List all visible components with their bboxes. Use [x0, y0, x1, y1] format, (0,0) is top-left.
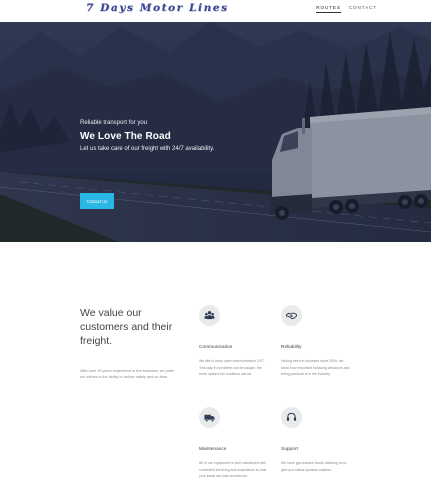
intro-body: With over 10 years experience in the bus…	[80, 369, 175, 379]
feature-title: Reliability	[281, 345, 302, 350]
hero-kicker: Reliable transport for you	[80, 120, 148, 126]
top-navbar: 7 Days Motor Lines Routes Contact	[0, 0, 431, 22]
feature-text: All of our equipment is well maintained …	[199, 461, 267, 478]
hero-title: We Love The Road	[80, 131, 171, 142]
feature-support: Support We have gps tracked trucks allow…	[281, 407, 351, 473]
feature-communication: Communication We like to keep open commu…	[199, 305, 269, 378]
hero-subtitle: Let us take care of our freight with 24/…	[80, 146, 215, 152]
hero-banner: Reliable transport for you We Love The R…	[0, 22, 431, 242]
brand-logo[interactable]: 7 Days Motor Lines	[86, 2, 229, 14]
nav-link-routes[interactable]: Routes	[316, 5, 341, 13]
handshake-icon	[281, 305, 302, 326]
truck-icon	[199, 407, 220, 428]
nav-links: Routes Contact	[316, 5, 377, 13]
hero-text: Reliable transport for you We Love The R…	[80, 120, 214, 152]
feature-title: Support	[281, 447, 298, 452]
nav-link-contact[interactable]: Contact	[349, 5, 377, 13]
feature-text: We like to keep open communication 24/7.…	[199, 359, 265, 376]
people-icon	[199, 305, 220, 326]
feature-text: Having been in business since 2006, we k…	[281, 359, 350, 376]
feature-title: Communication	[199, 345, 233, 350]
feature-maintenance: Maintenance All of our equipment is well…	[199, 407, 269, 480]
headset-icon	[281, 407, 302, 428]
feature-text: We have gps tracked trucks allowing us t…	[281, 461, 347, 472]
intro-section: We value our customers and their freight…	[80, 306, 180, 380]
feature-reliability: Reliability Having been in business sinc…	[281, 305, 351, 378]
feature-title: Maintenance	[199, 447, 227, 452]
hero-background-image	[0, 22, 431, 242]
contact-us-button[interactable]: Contact Us	[80, 193, 114, 209]
intro-heading: We value our customers and their freight…	[80, 307, 173, 347]
